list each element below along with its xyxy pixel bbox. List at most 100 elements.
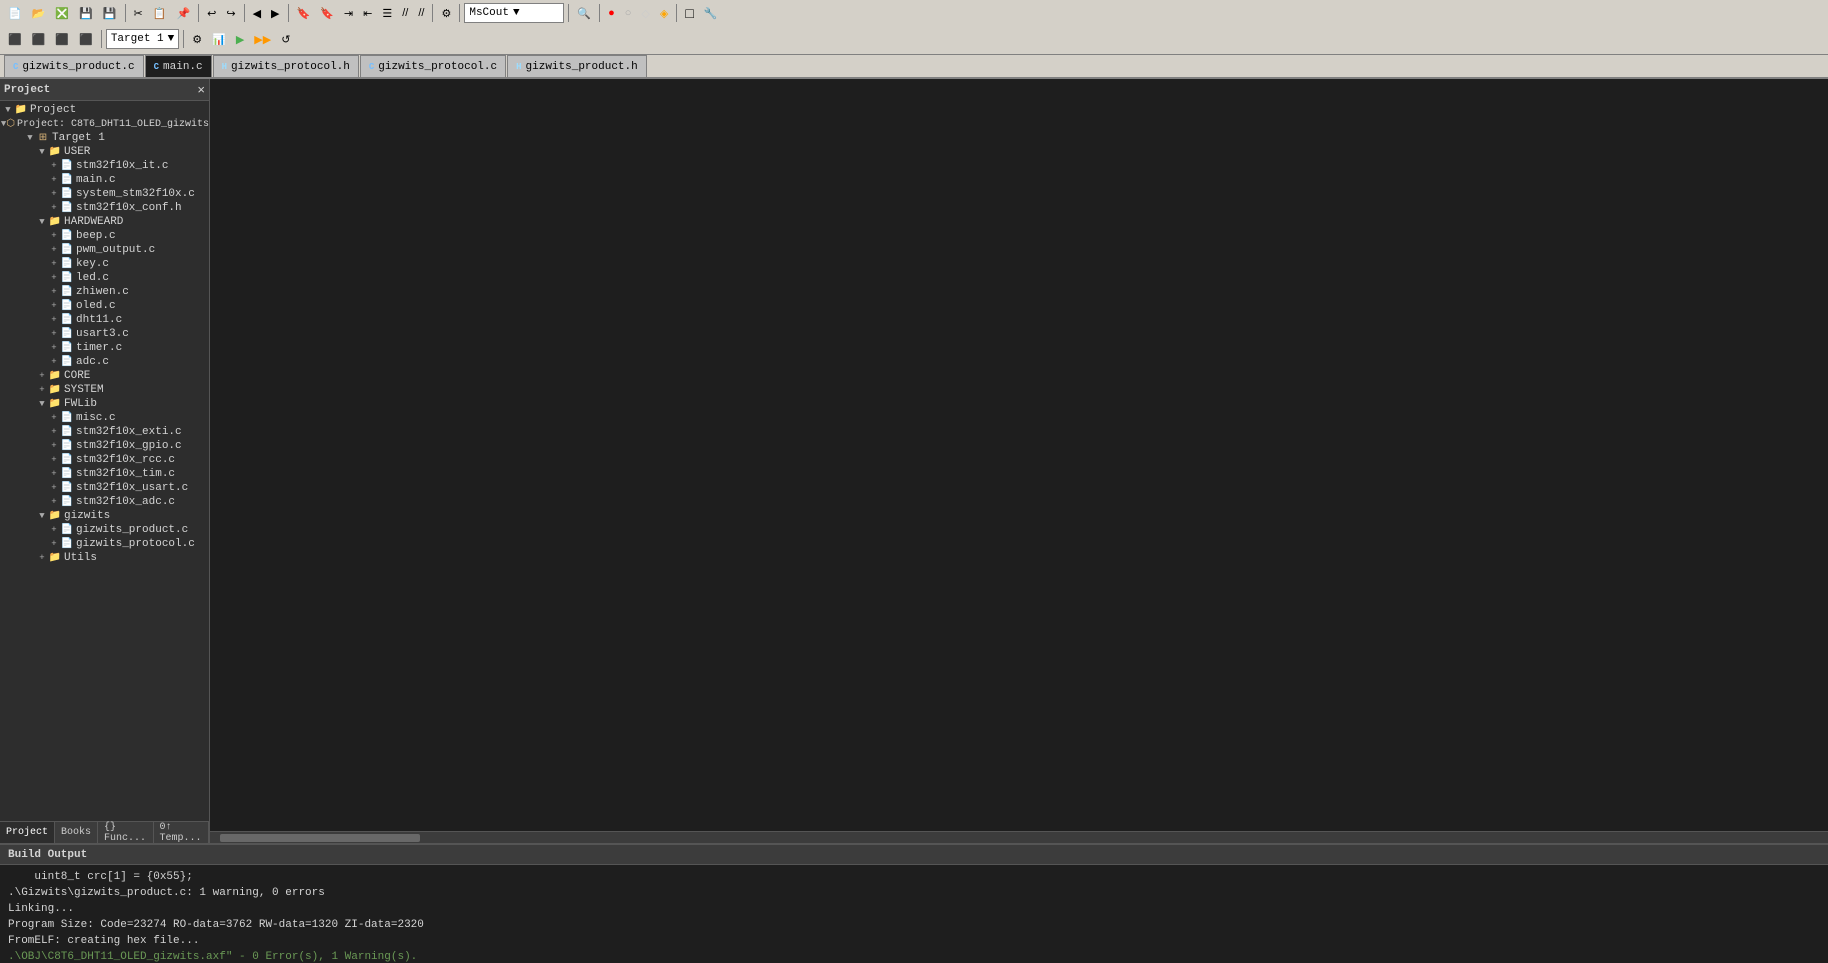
debug-start-btn[interactable]: ▶: [232, 29, 248, 49]
close-btn[interactable]: ❎: [51, 3, 73, 23]
tree-label-gpio: stm32f10x_gpio.c: [76, 440, 182, 452]
uncomment-btn[interactable]: //: [414, 3, 428, 23]
tree-file-gpio[interactable]: + 📄 stm32f10x_gpio.c: [0, 439, 209, 453]
indent-btn[interactable]: ⇥: [340, 3, 357, 23]
back-btn[interactable]: ◀: [249, 3, 265, 23]
tree-target1[interactable]: ▼ ⊞ Target 1: [0, 131, 209, 145]
step2-btn[interactable]: ◈: [656, 3, 672, 23]
debug-next-btn[interactable]: ▶▶: [250, 29, 275, 49]
sidebar-tab-project[interactable]: Project: [0, 822, 55, 843]
tree-file-adcfw[interactable]: + 📄 stm32f10x_adc.c: [0, 495, 209, 509]
tree-folder-utils[interactable]: + 📁 Utils: [0, 551, 209, 565]
open-btn[interactable]: 📂: [28, 3, 50, 23]
save-btn[interactable]: 💾: [75, 3, 97, 23]
copy-btn[interactable]: 📋: [149, 3, 171, 23]
sidebar-tab-books[interactable]: Books: [55, 822, 98, 843]
build-btn[interactable]: ⬛: [28, 29, 50, 49]
paste-btn[interactable]: 📌: [172, 3, 194, 23]
bookmark-btn[interactable]: 🔖: [293, 3, 315, 23]
sidebar-tab-template[interactable]: 0↑ Temp...: [154, 822, 209, 843]
tree-file-pwm[interactable]: + 📄 pwm_output.c: [0, 243, 209, 257]
run-debug-btn[interactable]: ●: [604, 3, 619, 23]
comment-btn[interactable]: //: [398, 3, 412, 23]
translate-btn[interactable]: ⬛: [51, 29, 73, 49]
tree-file-beep[interactable]: + 📄 beep.c: [0, 229, 209, 243]
file-icon-zhiwen: 📄: [60, 286, 74, 298]
tab-gizwits-product-h[interactable]: H gizwits_product.h: [507, 55, 647, 77]
options-btn[interactable]: ⚙: [188, 29, 206, 49]
tree-file-usart[interactable]: + 📄 stm32f10x_usart.c: [0, 481, 209, 495]
tree-folder-gizwits[interactable]: ▼ 📁 gizwits: [0, 509, 209, 523]
tab-gizwits-protocol-c[interactable]: C gizwits_protocol.c: [360, 55, 506, 77]
redo-btn[interactable]: ↪: [222, 3, 239, 23]
tree-file-giz-product[interactable]: + 📄 gizwits_product.c: [0, 523, 209, 537]
step-btn[interactable]: ◇: [637, 3, 653, 23]
tree-project-name[interactable]: ▼ ⬡ Project: C8T6_DHT11_OLED_gizwits: [0, 117, 209, 131]
target-dropdown[interactable]: Target 1 ▼: [106, 29, 179, 49]
format-btn[interactable]: ☰: [378, 3, 396, 23]
tree-file-system[interactable]: + 📄 system_stm32f10x.c: [0, 187, 209, 201]
tab-gizwits-product-c[interactable]: C gizwits_product.c: [4, 55, 144, 77]
tree-project-root[interactable]: ▼ 📁 Project: [0, 103, 209, 117]
monitor-btn[interactable]: □: [681, 3, 697, 23]
tree-folder-core[interactable]: + 📁 CORE: [0, 369, 209, 383]
tree-folder-system[interactable]: + 📁 SYSTEM: [0, 383, 209, 397]
cut-btn[interactable]: ✂: [130, 3, 147, 23]
stop-debug-btn[interactable]: ○: [621, 3, 636, 23]
tree-file-led[interactable]: + 📄 led.c: [0, 271, 209, 285]
tree-file-tim[interactable]: + 📄 stm32f10x_tim.c: [0, 467, 209, 481]
tree-file-exti[interactable]: + 📄 stm32f10x_exti.c: [0, 425, 209, 439]
tree-label-giz-protocol: gizwits_protocol.c: [76, 538, 195, 550]
tree-label-utils: Utils: [64, 552, 97, 564]
forward-btn[interactable]: ▶: [267, 3, 283, 23]
file-icon-mainc: 📄: [60, 174, 74, 186]
code-scroll[interactable]: [210, 79, 1828, 831]
bookmark2-btn[interactable]: 🔖: [316, 3, 338, 23]
tree-arrow-pwm: +: [48, 245, 60, 255]
build-output-content[interactable]: uint8_t crc[1] = {0x55}; .\Gizwits\gizwi…: [0, 865, 1828, 963]
tree-file-dht11[interactable]: + 📄 dht11.c: [0, 313, 209, 327]
tab-gizwits-protocol-h[interactable]: H gizwits_protocol.h: [213, 55, 359, 77]
tree-file-timer[interactable]: + 📄 timer.c: [0, 341, 209, 355]
search-btn[interactable]: 🔍: [573, 3, 595, 23]
tree-arrow-user: ▼: [36, 147, 48, 157]
sidebar-tree: ▼ 📁 Project ▼ ⬡ Project: C8T6_DHT11_OLED…: [0, 101, 209, 821]
tree-label-timer: timer.c: [76, 342, 122, 354]
tree-file-stm32it[interactable]: + 📄 stm32f10x_it.c: [0, 159, 209, 173]
tree-file-usart3[interactable]: + 📄 usart3.c: [0, 327, 209, 341]
tree-file-conf[interactable]: + 📄 stm32f10x_conf.h: [0, 201, 209, 215]
rebuild-btn[interactable]: ⬛: [75, 29, 97, 49]
new-file-btn[interactable]: 📄: [4, 3, 26, 23]
tree-file-zhiwen[interactable]: + 📄 zhiwen.c: [0, 285, 209, 299]
tree-label-beep: beep.c: [76, 230, 116, 242]
save-all-btn[interactable]: 💾: [99, 3, 121, 23]
tree-file-key[interactable]: + 📄 key.c: [0, 257, 209, 271]
tree-file-mainc[interactable]: + 📄 main.c: [0, 173, 209, 187]
undo-btn[interactable]: ↩: [203, 3, 220, 23]
tree-folder-fwlib[interactable]: ▼ 📁 FWLib: [0, 397, 209, 411]
sidebar-tab-func[interactable]: {} Func...: [98, 822, 153, 843]
tree-folder-hardware[interactable]: ▼ 📁 HARDWEARD: [0, 215, 209, 229]
sep3: [244, 4, 245, 22]
manage-btn[interactable]: 📊: [208, 29, 230, 49]
tree-file-adc[interactable]: + 📄 adc.c: [0, 355, 209, 369]
macro-btn[interactable]: ⚙: [437, 3, 455, 23]
horizontal-scrollbar[interactable]: [210, 831, 1828, 843]
tree-file-giz-protocol[interactable]: + 📄 gizwits_protocol.c: [0, 537, 209, 551]
build-all-btn[interactable]: ⬛: [4, 29, 26, 49]
unindent-btn[interactable]: ⇤: [359, 3, 376, 23]
tree-file-rcc[interactable]: + 📄 stm32f10x_rcc.c: [0, 453, 209, 467]
tab-main-c[interactable]: C main.c: [145, 55, 212, 77]
tree-folder-user[interactable]: ▼ 📁 USER: [0, 145, 209, 159]
hscroll-thumb[interactable]: [220, 834, 420, 842]
tree-arrow-misc: +: [48, 413, 60, 423]
tree-file-oled[interactable]: + 📄 oled.c: [0, 299, 209, 313]
sidebar-tab-label-func: {} Func...: [104, 822, 146, 844]
tree-file-misc[interactable]: + 📄 misc.c: [0, 411, 209, 425]
sidebar-close-btn[interactable]: ×: [197, 82, 205, 97]
tab-icon-2: C: [154, 62, 159, 72]
debug-reset-btn[interactable]: ↺: [277, 29, 294, 49]
settings-btn[interactable]: 🔧: [700, 3, 722, 23]
mscout-dropdown[interactable]: MsCout ▼: [464, 3, 564, 23]
output-line-6: .\OBJ\C8T6_DHT11_OLED_gizwits.axf" - 0 E…: [8, 949, 1820, 963]
